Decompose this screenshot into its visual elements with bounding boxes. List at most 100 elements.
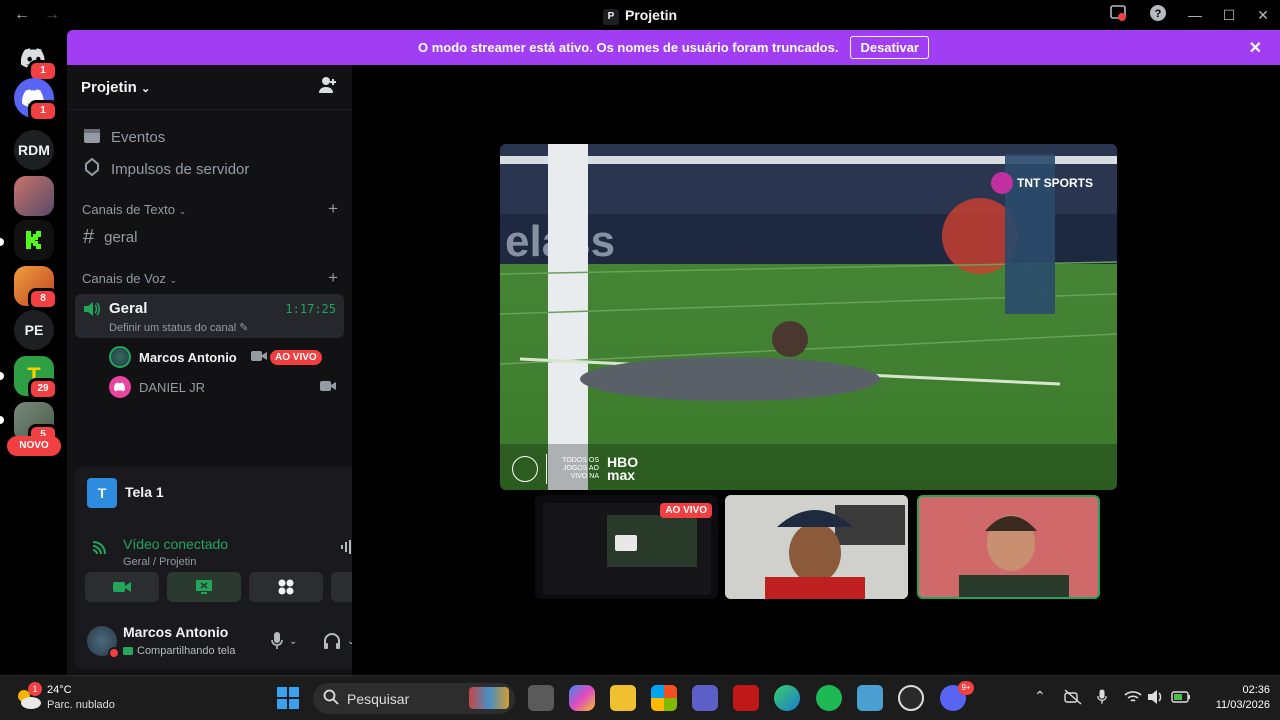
server-icon-discord[interactable]: 1 [14, 78, 58, 122]
avatar [109, 346, 131, 368]
unread-indicator [0, 372, 4, 380]
search-icon [323, 689, 339, 708]
stream-video[interactable]: elass TNT SPORTS TODOS OS JOGOS AO VIVO … [500, 144, 1117, 490]
weather-badge: 1 [28, 682, 42, 696]
svg-text:?: ? [1155, 8, 1162, 20]
close-banner-icon[interactable]: ✕ [1249, 38, 1262, 58]
disable-streamer-mode-button[interactable]: Desativar [850, 36, 929, 59]
screen-share-small-icon [123, 647, 133, 655]
voice-member[interactable]: Marcos Antonio AO VIVO [67, 342, 352, 372]
battery-icon[interactable] [1171, 690, 1191, 708]
calendar-icon [83, 126, 101, 148]
voice-channels-category[interactable]: Canais de Voz ⌄ + [67, 266, 352, 290]
browser-icon[interactable] [898, 685, 924, 711]
server-icon-pe[interactable]: PE [14, 310, 54, 350]
volume-icon[interactable] [1147, 689, 1165, 710]
text-channels-category[interactable]: Canais de Texto ⌄ + [67, 197, 352, 221]
server-icon-game[interactable]: 8 [14, 266, 58, 310]
tnt-logo-icon [990, 172, 1013, 194]
microphone-icon[interactable] [1097, 688, 1107, 711]
spotify-icon[interactable] [816, 685, 842, 711]
clock-date[interactable]: 11/03/2026 [1200, 699, 1270, 711]
discord-taskbar-icon[interactable]: 9+ [940, 681, 974, 711]
speaker-icon [83, 301, 101, 322]
teams-icon[interactable] [692, 685, 718, 711]
channel-sidebar: Projetin ⌄ Eventos Impulsos de servidor … [67, 65, 411, 675]
unread-badge: 8 [28, 288, 58, 310]
server-icon: P [602, 9, 619, 25]
task-view-icon[interactable] [528, 685, 554, 711]
clock-time[interactable]: 02:36 [1200, 684, 1270, 696]
champions-league-icon [512, 456, 538, 482]
camera-button[interactable] [85, 572, 159, 602]
wifi-icon[interactable] [1124, 690, 1142, 709]
unread-badge: 1 [28, 100, 58, 122]
copilot-icon[interactable] [569, 685, 595, 711]
server-boosts-link[interactable]: Impulsos de servidor [67, 153, 352, 185]
close-icon[interactable]: ✕ [1246, 7, 1280, 24]
chevron-down-icon: ⌄ [289, 635, 298, 647]
streamer-mode-banner: O modo streamer está ativo. Os nomes de … [67, 30, 1280, 65]
direct-messages-button[interactable]: 1 [14, 38, 58, 82]
connection-location[interactable]: Geral / Projetin [123, 556, 196, 568]
server-name: Projetin [81, 78, 137, 96]
server-header[interactable]: Projetin ⌄ [67, 65, 352, 110]
channel-status[interactable]: Definir um status do canal ✎ [109, 321, 248, 334]
chevron-up-icon[interactable]: ⌃ [1034, 688, 1046, 705]
boost-icon [83, 157, 101, 180]
voice-member[interactable]: DANIEL JR [67, 372, 352, 402]
new-badge: NOVO [7, 436, 61, 456]
pencil-icon: ✎ [239, 322, 249, 334]
minimize-icon[interactable]: — [1178, 7, 1212, 23]
screen-share-button[interactable] [167, 572, 241, 602]
connection-status[interactable]: Vídeo conectado [123, 536, 228, 552]
camera-icon [251, 350, 267, 365]
unread-indicator [0, 416, 4, 424]
unread-badge: 29 [28, 378, 58, 400]
camera-icon [320, 380, 336, 395]
weather-widget[interactable]: 1 [14, 682, 42, 712]
maximize-icon[interactable]: ☐ [1212, 7, 1246, 24]
deafen-button[interactable]: ⌄ [323, 632, 355, 650]
mute-button[interactable]: ⌄ [271, 632, 297, 650]
store-icon[interactable] [651, 685, 677, 711]
add-channel-icon[interactable]: + [328, 199, 338, 219]
no-camera-icon[interactable] [1064, 689, 1082, 710]
participant-video[interactable] [725, 495, 908, 599]
stream-thumbnail[interactable]: AO VIVO [535, 495, 718, 599]
help-icon[interactable]: ? [1138, 4, 1178, 26]
channel-geral[interactable]: # geral [67, 221, 352, 253]
live-badge: AO VIVO [270, 349, 322, 365]
user-status: Compartilhando tela [123, 645, 235, 657]
inbox-icon[interactable] [1098, 4, 1138, 26]
add-channel-icon[interactable]: + [328, 268, 338, 288]
windows-taskbar: 1 24°C Parc. nublado Pesquisar 9+ ⌃ 02:3… [0, 675, 1280, 720]
hash-icon: # [83, 225, 95, 248]
username: Marcos Antonio [123, 624, 229, 640]
screen-share-icon: T [87, 478, 117, 508]
add-member-icon[interactable] [318, 76, 338, 98]
chevron-down-icon: ⌄ [178, 205, 187, 216]
server-icon-rdm[interactable]: RDM [14, 130, 54, 170]
voice-channel-name: Geral [109, 300, 148, 317]
events-link[interactable]: Eventos [67, 121, 352, 153]
start-icon[interactable] [275, 685, 301, 711]
mcafee-icon[interactable] [733, 685, 759, 711]
chevron-down-icon: ⌄ [141, 82, 151, 95]
participant-video-speaking[interactable] [917, 495, 1100, 599]
server-icon-photo[interactable] [14, 176, 54, 216]
avatar[interactable] [87, 626, 120, 659]
title-bar: ← → P Projetin ? — ☐ ✕ [0, 0, 1280, 30]
taskbar-search[interactable]: Pesquisar [313, 683, 515, 714]
activities-button[interactable] [249, 572, 323, 602]
monitor-app-icon[interactable] [857, 685, 883, 711]
banner-message: O modo streamer está ativo. Os nomes de … [418, 40, 839, 55]
server-icon-kick[interactable] [14, 220, 54, 260]
status-indicator [108, 647, 120, 659]
voice-channel-geral[interactable]: Geral Definir um status do canal ✎ 1:17:… [75, 294, 344, 338]
file-explorer-icon[interactable] [610, 685, 636, 711]
edge-icon[interactable] [774, 685, 800, 711]
signal-icon[interactable] [91, 538, 109, 561]
sponsor-overlay: TODOS OS JOGOS AO VIVO NA HBO max [512, 454, 638, 484]
server-icon-t[interactable]: T 29 [14, 356, 58, 400]
